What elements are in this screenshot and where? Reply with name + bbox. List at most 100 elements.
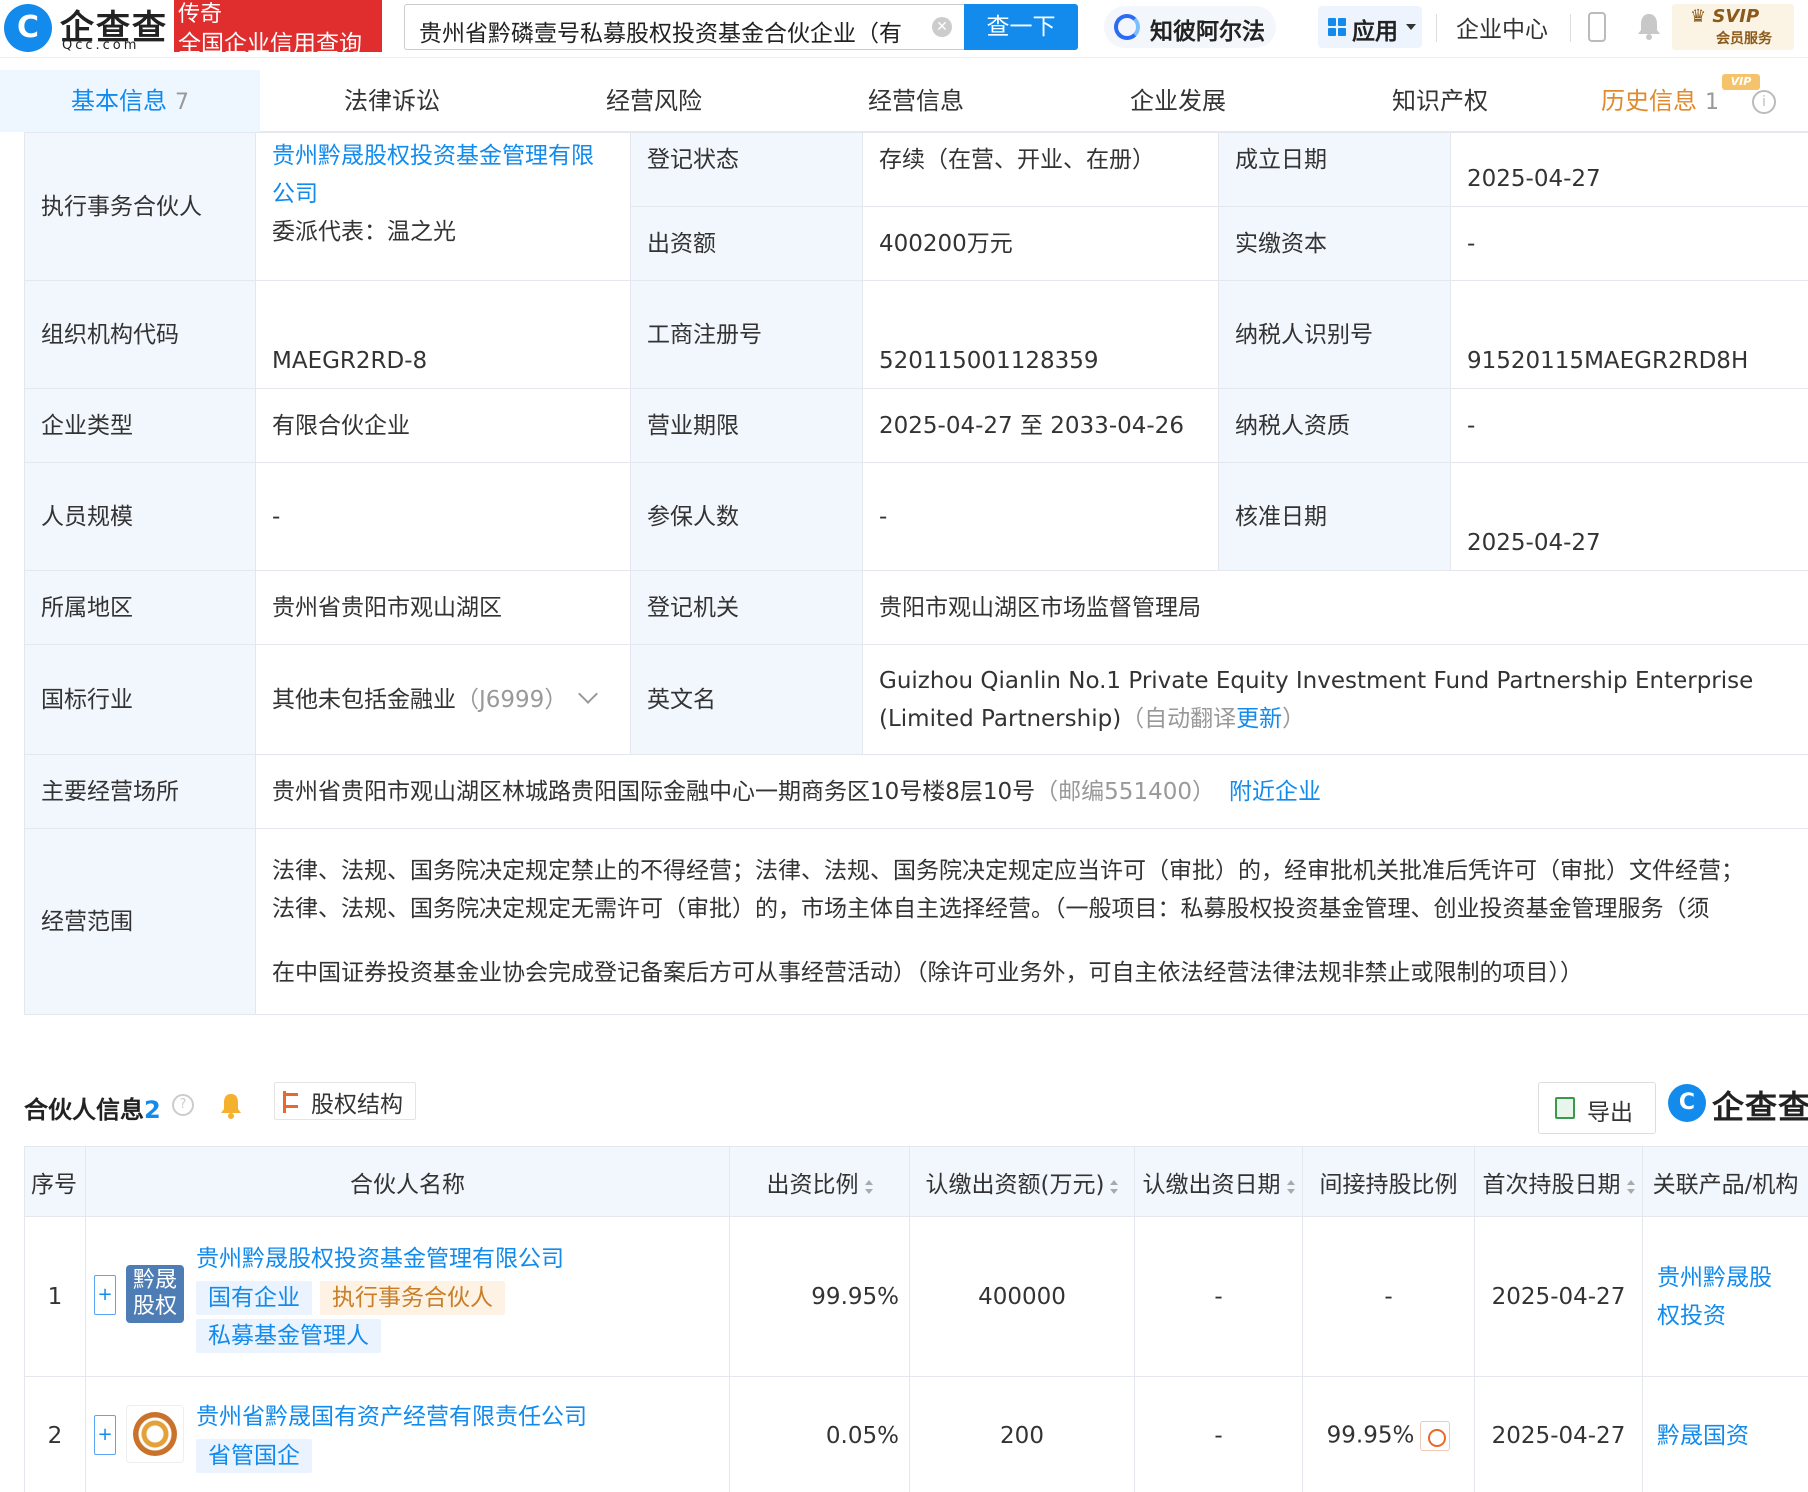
- tag-list: 省管国企: [196, 1435, 719, 1473]
- svip-button[interactable]: ♛ SVIP 会员服务: [1672, 4, 1794, 50]
- address-cell: 贵州省贵阳市观山湖区林城路贵阳国际金融中心一期商务区10号楼8层10号（邮编55…: [255, 754, 1808, 829]
- capital-label: 出资额: [630, 206, 863, 281]
- col-ratio[interactable]: 出资比例: [729, 1146, 910, 1217]
- sort-icon: [864, 1179, 873, 1194]
- tab-development[interactable]: 企业发展: [1048, 70, 1308, 132]
- related-link[interactable]: 黔晟国资: [1642, 1376, 1808, 1492]
- tag[interactable]: 国有企业: [196, 1280, 312, 1315]
- tag[interactable]: 私募基金管理人: [196, 1318, 381, 1353]
- first-date-value: 2025-04-27: [1474, 1376, 1643, 1492]
- industry-code: （J6999）: [456, 686, 568, 713]
- tab-ip[interactable]: 知识产权: [1310, 70, 1570, 132]
- svip-label: SVIP: [1712, 6, 1760, 27]
- scope-cell: 法律、法规、国务院决定规定禁止的不得经营；法律、法规、国务院决定规定应当许可（审…: [255, 828, 1808, 1015]
- col-date[interactable]: 认缴出资日期: [1134, 1146, 1303, 1217]
- scope-line: 在中国证券投资基金业协会完成登记备案后方可从事经营活动）（除许可业务外，可自主依…: [272, 959, 1583, 986]
- ent-type-label: 企业类型: [24, 388, 256, 463]
- chevron-down-icon: [1406, 24, 1416, 30]
- apps-menu-button[interactable]: 应用: [1318, 6, 1422, 48]
- section-tabs: 基本信息 7 法律诉讼 经营风险 经营信息 企业发展 知识产权 历史信息 1 VIP…: [0, 70, 1808, 132]
- amount-value: 400000: [909, 1216, 1135, 1377]
- equity-structure-button[interactable]: 股权结构: [274, 1082, 416, 1120]
- tab-basic-info[interactable]: 基本信息 7: [0, 70, 260, 132]
- tag[interactable]: 执行事务合伙人: [320, 1280, 505, 1315]
- exec-partner-link[interactable]: 贵州黔晟股权投资基金管理有限公司: [272, 137, 614, 213]
- expand-button[interactable]: +: [94, 1415, 116, 1455]
- avatar[interactable]: 黔晟 股权: [126, 1265, 184, 1323]
- tab-business-risk[interactable]: 经营风险: [524, 70, 784, 132]
- vip-badge: VIP: [1722, 74, 1760, 90]
- paid-capital-value: -: [1450, 206, 1808, 281]
- help-icon[interactable]: i: [1752, 90, 1776, 114]
- tab-business-info[interactable]: 经营信息: [786, 70, 1046, 132]
- en-name-label: 英文名: [630, 644, 863, 755]
- search-input[interactable]: 贵州省黔磷壹号私募股权投资基金合伙企业（有 ✕: [404, 4, 964, 50]
- qcc-logo-icon[interactable]: C: [4, 4, 52, 52]
- exec-partner-label: 执行事务合伙人: [24, 132, 256, 281]
- col-indirect: 间接持股比例: [1302, 1146, 1475, 1217]
- search-input-value[interactable]: 贵州省黔磷壹号私募股权投资基金合伙企业（有: [419, 14, 929, 48]
- biz-reg-no-label: 工商注册号: [630, 280, 863, 389]
- related-link[interactable]: 贵州黔晟股 权投资: [1642, 1216, 1808, 1377]
- partner-name-link[interactable]: 贵州黔晟股权投资基金管理有限公司: [196, 1241, 719, 1277]
- col-index: 序号: [24, 1146, 86, 1217]
- export-button[interactable]: 导出: [1538, 1082, 1656, 1134]
- update-link[interactable]: 更新: [1236, 706, 1282, 732]
- found-date-value: 2025-04-27: [1450, 132, 1808, 207]
- partners-table: 序号 合伙人名称 出资比例 认缴出资额(万元) 认缴出资日期 间接持股比例 首次…: [24, 1146, 1808, 1492]
- bell-icon[interactable]: [1636, 12, 1662, 40]
- approve-date-label: 核准日期: [1218, 462, 1451, 571]
- found-date-label: 成立日期: [1218, 132, 1451, 207]
- ai-assistant-label: 知彼阿尔法: [1150, 19, 1265, 45]
- tree-icon: [283, 1091, 303, 1113]
- divider: [1570, 14, 1571, 42]
- paid-capital-label: 实缴资本: [1218, 206, 1451, 281]
- ai-assistant-button[interactable]: 知彼阿尔法: [1104, 6, 1276, 48]
- col-first-date[interactable]: 首次持股日期: [1474, 1146, 1643, 1217]
- tax-id-label: 纳税人识别号: [1218, 280, 1451, 389]
- nearby-companies-link[interactable]: 附近企业: [1229, 779, 1321, 805]
- bell-icon[interactable]: [216, 1090, 246, 1120]
- amount-value: 200: [909, 1376, 1135, 1492]
- top-navigation-bar: C 企查查 Qcc.com 传奇 全国企业信用查询 贵州省黔磷壹号私募股权投资基…: [0, 0, 1808, 58]
- ratio-value: 0.05%: [729, 1376, 910, 1492]
- help-icon[interactable]: ?: [172, 1094, 194, 1116]
- chevron-down-icon[interactable]: [578, 683, 599, 704]
- excel-icon: [1555, 1097, 1575, 1119]
- tab-legal[interactable]: 法律诉讼: [262, 70, 522, 132]
- phone-icon[interactable]: [1588, 12, 1606, 42]
- col-amount[interactable]: 认缴出资额(万元): [909, 1146, 1135, 1217]
- address-label: 主要经营场所: [24, 754, 256, 829]
- apps-menu-label: 应用: [1352, 19, 1398, 45]
- partner-name-cell: + 黔晟 股权 贵州黔晟股权投资基金管理有限公司 国有企业 执行事务合伙人 私募基金…: [85, 1216, 730, 1377]
- partners-section-title: 合伙人信息2: [24, 1096, 161, 1124]
- promo-line2: 全国企业信用查询: [178, 31, 362, 57]
- partner-name-cell: + 贵州省黔晟国有资产经营有限责任公司 省管国企: [85, 1376, 730, 1492]
- promo-banner[interactable]: 传奇 全国企业信用查询: [174, 0, 382, 57]
- delegate-text: 委派代表：温之光: [272, 219, 456, 245]
- qcc-watermark-text: 企查查: [1712, 1088, 1808, 1126]
- col-partner-name: 合伙人名称: [85, 1146, 730, 1217]
- region-value: 贵州省贵阳市观山湖区: [255, 570, 631, 645]
- equity-path-icon[interactable]: [1420, 1420, 1451, 1451]
- indirect-cell: 99.95%: [1302, 1376, 1475, 1492]
- ent-type-value: 有限合伙企业: [255, 388, 631, 463]
- capital-value: 400200万元: [862, 206, 1219, 281]
- approve-date-value: 2025-04-27: [1450, 462, 1808, 571]
- search-clear-icon[interactable]: ✕: [932, 17, 952, 37]
- avatar[interactable]: [126, 1405, 184, 1463]
- tag-list: 国有企业 执行事务合伙人 私募基金管理人: [196, 1277, 719, 1353]
- sort-icon: [1286, 1179, 1295, 1194]
- enterprise-center-link[interactable]: 企业中心: [1456, 10, 1548, 44]
- insured-value: -: [862, 462, 1219, 571]
- divider: [1436, 14, 1437, 42]
- search-button[interactable]: 查一下: [964, 4, 1078, 50]
- org-code-value: MAEGR2RD-8: [255, 280, 631, 389]
- date-value: -: [1134, 1216, 1303, 1377]
- en-name-value: Guizhou Qianlin No.1 Private Equity Inve…: [879, 667, 1754, 732]
- industry-cell[interactable]: 其他未包括金融业（J6999）: [255, 644, 631, 755]
- expand-button[interactable]: +: [94, 1275, 116, 1315]
- tag[interactable]: 省管国企: [196, 1438, 312, 1473]
- partner-name-link[interactable]: 贵州省黔晟国有资产经营有限责任公司: [196, 1399, 719, 1435]
- region-label: 所属地区: [24, 570, 256, 645]
